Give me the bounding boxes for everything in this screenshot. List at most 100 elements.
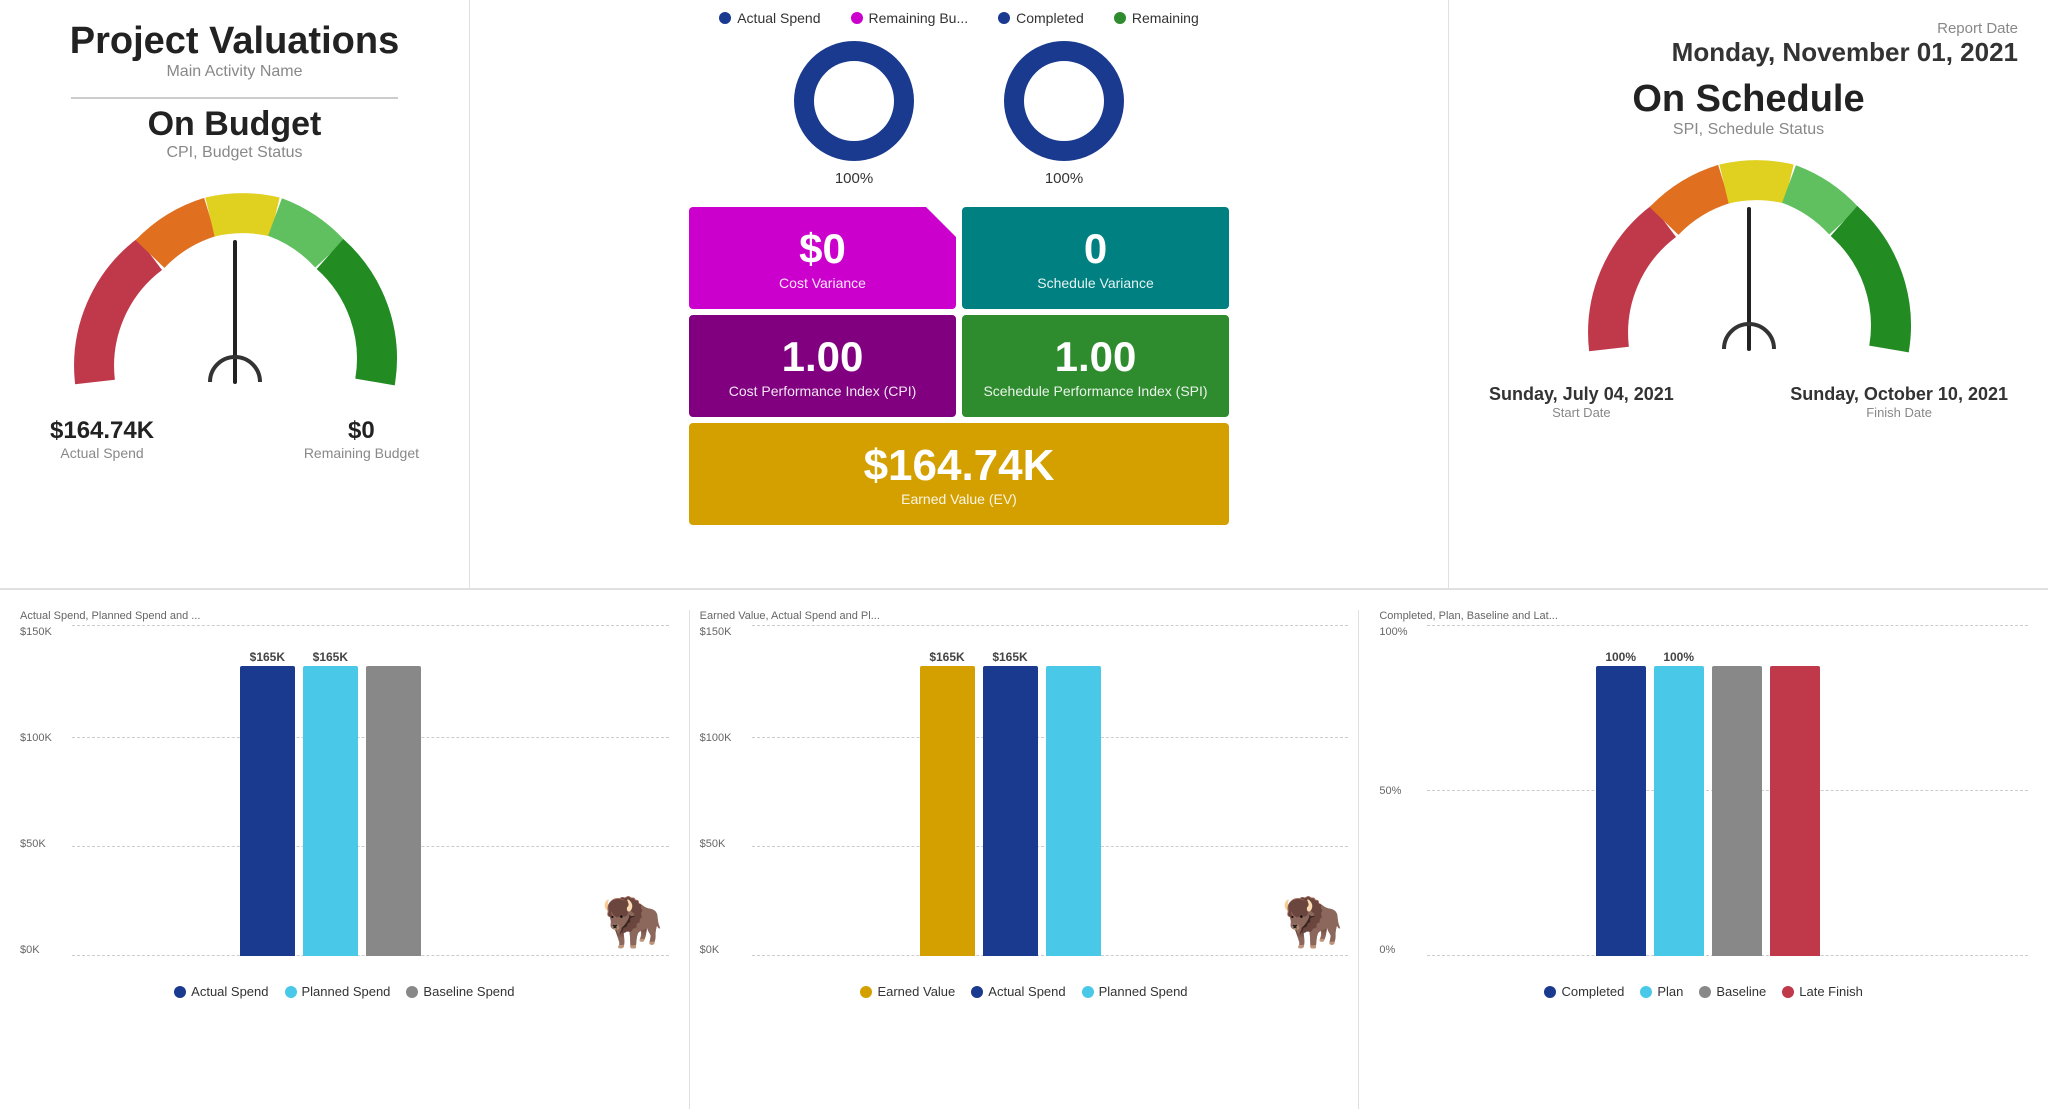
donut2-wrap: 100% bbox=[999, 36, 1129, 187]
bar1-2-label: $165K bbox=[313, 650, 348, 664]
chart2-area: $0K $50K $100K $150K $165K bbox=[700, 626, 1349, 976]
start-date-value: Sunday, July 04, 2021 bbox=[1489, 384, 1674, 405]
budget-gauge bbox=[65, 182, 405, 402]
actual-spend-display: $164.74K Actual Spend bbox=[50, 417, 154, 461]
chart2-legend: Earned Value Actual Spend Planned Spend bbox=[700, 984, 1349, 999]
top-section: Project Valuations Main Activity Name On… bbox=[0, 0, 2048, 590]
donut1-wrap: 100% bbox=[789, 36, 919, 187]
bar1-planned bbox=[303, 666, 358, 956]
finish-date-label: Finish Date bbox=[1790, 405, 2008, 420]
chart3-legend-baseline: Baseline bbox=[1699, 984, 1766, 999]
bar1-2-wrapper: $165K bbox=[303, 650, 358, 956]
report-date-value: Monday, November 01, 2021 bbox=[1479, 37, 2018, 68]
remaining-budget-value: $0 bbox=[304, 417, 419, 445]
chart1-legend: Actual Spend Planned Spend Baseline Spen… bbox=[20, 984, 669, 999]
schedule-variance-label: Schedule Variance bbox=[982, 275, 1209, 291]
chart2-bars: $165K $165K bbox=[752, 646, 1269, 956]
chart3-legend-label-latefinish: Late Finish bbox=[1799, 984, 1863, 999]
chart2-y-axis: $0K $50K $100K $150K bbox=[700, 626, 750, 956]
chart1-tick-50: $50K bbox=[20, 838, 70, 850]
start-date-label: Start Date bbox=[1489, 405, 1674, 420]
legend-dot-remaining bbox=[851, 12, 863, 24]
actual-spend-value: $164.74K bbox=[50, 417, 154, 445]
chart1-tick-100: $100K bbox=[20, 732, 70, 744]
schedule-status-sub: SPI, Schedule Status bbox=[1673, 121, 1824, 139]
budget-gauge-svg bbox=[65, 182, 405, 402]
chart2-legend-label-planned: Planned Spend bbox=[1099, 984, 1188, 999]
schedule-gauge-svg bbox=[1579, 149, 1919, 369]
grid-line-100 bbox=[72, 625, 669, 626]
bar1-1-label: $165K bbox=[250, 650, 285, 664]
bar2-1-label: $165K bbox=[929, 650, 964, 664]
actual-spend-label: Actual Spend bbox=[50, 445, 154, 461]
chart3-legend-label-plan: Plan bbox=[1657, 984, 1683, 999]
bar2-2-label: $165K bbox=[992, 650, 1027, 664]
chart1-y-label: Actual Spend, Planned Spend and ... bbox=[20, 610, 669, 622]
donut1-svg bbox=[789, 36, 919, 166]
chart2-tick-0: $0K bbox=[700, 944, 750, 956]
chart3-tick-50: 50% bbox=[1379, 785, 1424, 797]
chart3-legend-dot-plan bbox=[1640, 986, 1652, 998]
finish-date-display: Sunday, October 10, 2021 Finish Date bbox=[1790, 384, 2008, 420]
chart3-tick-100: 100% bbox=[1379, 626, 1424, 638]
bar1-1-wrapper: $165K bbox=[240, 650, 295, 956]
chart1-legend-dot-baseline bbox=[406, 986, 418, 998]
chart1-legend-label-planned: Planned Spend bbox=[302, 984, 391, 999]
cpi-box: 1.00 Cost Performance Index (CPI) bbox=[689, 315, 956, 417]
chart3-legend-dot-latefinish bbox=[1782, 986, 1794, 998]
chart2-legend-dot-planned bbox=[1082, 986, 1094, 998]
schedule-gauge bbox=[1579, 149, 1919, 369]
bar2-planned bbox=[1046, 666, 1101, 956]
budget-status-sub: CPI, Budget Status bbox=[166, 144, 302, 162]
chart2-legend-label-ev: Earned Value bbox=[877, 984, 955, 999]
chart3-legend-label-completed: Completed bbox=[1561, 984, 1624, 999]
bar3-3-wrapper bbox=[1712, 664, 1762, 956]
chart1-legend-planned: Planned Spend bbox=[285, 984, 391, 999]
chart2-legend-ev: Earned Value bbox=[860, 984, 955, 999]
donuts-row: 100% 100% bbox=[789, 36, 1129, 187]
spi-label: Scehedule Performance Index (SPI) bbox=[982, 383, 1209, 399]
bar2-ev bbox=[920, 666, 975, 956]
chart3-legend-plan: Plan bbox=[1640, 984, 1683, 999]
legend-dot-actual bbox=[719, 12, 731, 24]
chart3-legend-dot-baseline bbox=[1699, 986, 1711, 998]
chart2-legend-actual: Actual Spend bbox=[971, 984, 1065, 999]
schedule-status: On Schedule bbox=[1632, 78, 1864, 121]
spi-box: 1.00 Scehedule Performance Index (SPI) bbox=[962, 315, 1229, 417]
legend-label-actual: Actual Spend bbox=[737, 10, 820, 26]
chart3-y-axis: 0% 50% 100% bbox=[1379, 626, 1424, 956]
chart2-tick-100: $100K bbox=[700, 732, 750, 744]
main-container: Project Valuations Main Activity Name On… bbox=[0, 0, 2048, 1119]
chart2-legend-dot-ev bbox=[860, 986, 872, 998]
bar3-2-label: 100% bbox=[1663, 650, 1694, 664]
chart3-legend-completed: Completed bbox=[1544, 984, 1624, 999]
chart1-legend-dot-actual bbox=[174, 986, 186, 998]
chart2-legend-label-actual: Actual Spend bbox=[988, 984, 1065, 999]
legend-dot-completed bbox=[998, 12, 1010, 24]
bar3-plan bbox=[1654, 666, 1704, 956]
chart3-legend-latefinish: Late Finish bbox=[1782, 984, 1863, 999]
legend-actual-spend: Actual Spend bbox=[719, 10, 820, 26]
chart1-tick-0: $0K bbox=[20, 944, 70, 956]
chart3-bars: 100% 100% bbox=[1427, 646, 1988, 956]
bar2-1-wrapper: $165K bbox=[920, 650, 975, 956]
middle-panel: Actual Spend Remaining Bu... Completed R… bbox=[470, 0, 1448, 588]
bar2-3-wrapper bbox=[1046, 664, 1101, 956]
spi-value: 1.00 bbox=[982, 333, 1209, 381]
chart3-legend-label-baseline: Baseline bbox=[1716, 984, 1766, 999]
legend-remaining: Remaining bbox=[1114, 10, 1199, 26]
project-title: Project Valuations bbox=[70, 20, 399, 63]
legend-label-remaining2: Remaining bbox=[1132, 10, 1199, 26]
ev-label: Earned Value (EV) bbox=[707, 491, 1211, 507]
chart1-bars: $165K $165K bbox=[72, 646, 589, 956]
chart1-tick-150: $150K bbox=[20, 626, 70, 638]
cost-variance-label: Cost Variance bbox=[709, 275, 936, 291]
cpi-label: Cost Performance Index (CPI) bbox=[709, 383, 936, 399]
notch-icon bbox=[926, 207, 956, 237]
report-date-label: Report Date bbox=[1479, 20, 2018, 37]
legend-dot-remaining2 bbox=[1114, 12, 1126, 24]
chart1-legend-dot-planned bbox=[285, 986, 297, 998]
chart1-legend-actual: Actual Spend bbox=[174, 984, 268, 999]
chart2-legend-planned: Planned Spend bbox=[1082, 984, 1188, 999]
project-subtitle: Main Activity Name bbox=[166, 63, 302, 81]
